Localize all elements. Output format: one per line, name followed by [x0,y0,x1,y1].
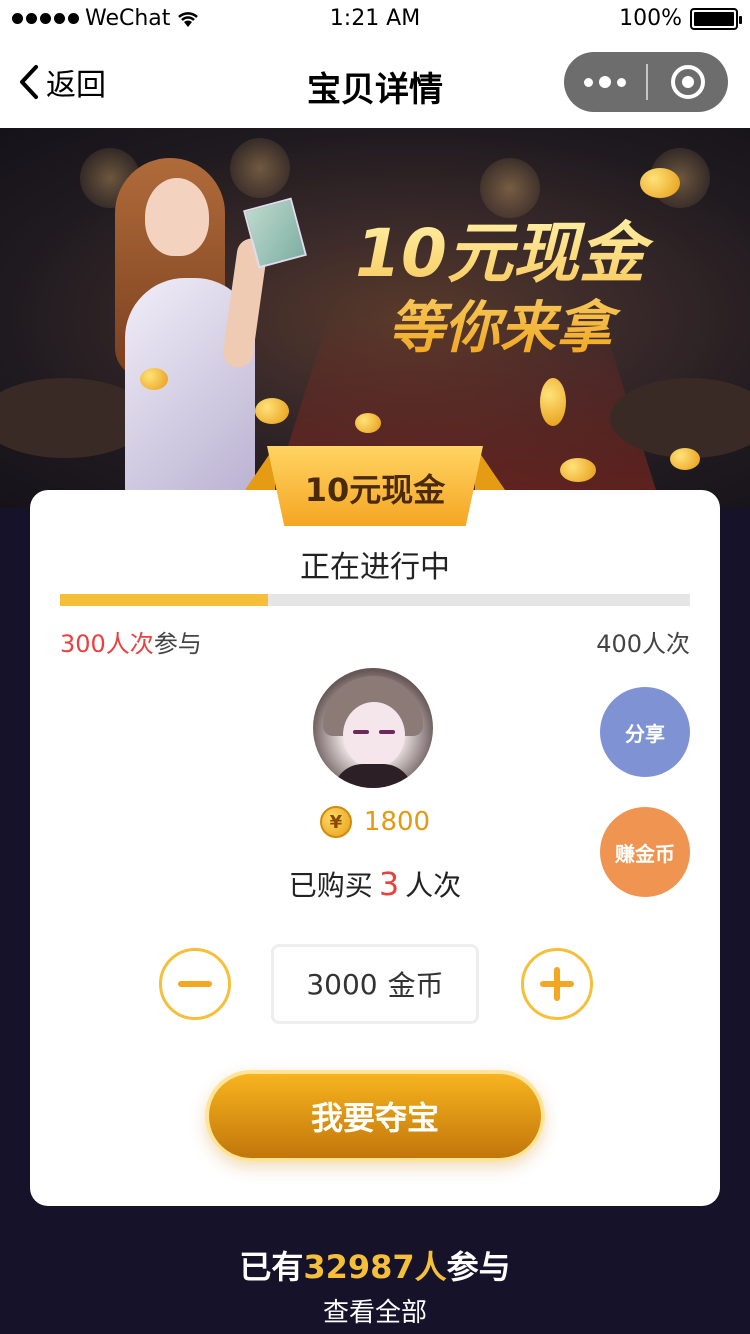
prize-status: 正在进行中 [300,550,450,585]
ribbon-label: 10元现金 [267,446,483,526]
close-button[interactable] [648,52,728,112]
snatch-button[interactable]: 我要夺宝 [205,1070,545,1162]
nav-bar: 返回 宝贝详情 [0,40,750,128]
bought-count: 3 [378,865,400,903]
participants-suffix: 参与 [446,1248,511,1286]
participants-summary: 已有32987人参与 [0,1242,750,1288]
banner-headline: 10元现金 等你来拿 [330,214,670,364]
total-count: 400人次 [596,630,690,658]
participants-count: 32987人 [303,1248,447,1286]
amount-unit: 金币 [387,969,444,1002]
participants-prefix: 已有 [239,1248,304,1286]
prize-card: 正在进行中 300人次参与 400人次 ¥ 1800 已购买 3 人次 分享 赚金币… [30,490,720,1206]
battery-percent: 100% [619,6,682,31]
minus-icon [178,981,212,987]
yen-coin-icon: ¥ [319,806,352,838]
view-all-link[interactable]: 查看全部 [0,1292,750,1329]
decrease-button[interactable] [159,948,231,1020]
close-circle-icon [671,65,705,99]
banner-line-2: 等你来拿 [388,296,612,361]
joined-suffix: 参与 [153,630,202,658]
share-button[interactable]: 分享 [600,687,690,777]
earn-coins-button[interactable]: 赚金币 [600,807,690,897]
battery-icon [690,7,742,30]
status-bar: WeChat 1:21 AM 100% [0,0,750,40]
amount-value: 3000 [306,967,378,1001]
battery-status: 100% [619,6,742,31]
progress-fill [60,594,268,606]
bought-prefix: 已购买 [288,869,373,902]
joined-count: 300人次参与 [60,624,202,659]
bought-suffix: 人次 [405,869,462,902]
prize-ribbon: 10元现金 [245,446,505,526]
joined-number: 300人次 [60,630,154,658]
avatar [313,668,433,788]
increase-button[interactable] [521,948,593,1020]
coin-amount: 1800 [363,807,431,837]
banner-line-1: 10元现金 [355,215,645,292]
more-button[interactable] [564,52,646,112]
progress-bar [60,594,690,606]
quantity-stepper[interactable]: 3000 金币 [271,944,479,1024]
miniprogram-capsule [564,52,728,112]
